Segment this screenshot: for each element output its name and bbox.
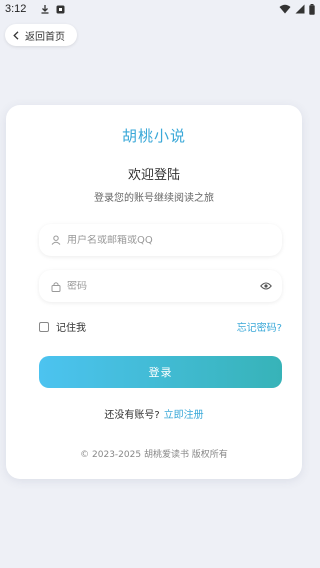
brand-title: 胡桃小说 xyxy=(121,127,186,145)
back-home-label: 返回首页 xyxy=(25,31,65,43)
status-right-group xyxy=(279,3,315,15)
login-screen: 3:12 返回首页 胡桃小说 欢迎登陆 登录您的账号继续阅读之旅 用户名或邮箱或… xyxy=(0,0,320,568)
battery-icon xyxy=(309,3,315,15)
eye-icon[interactable] xyxy=(260,282,272,290)
forgot-password-link[interactable]: 忘记密码? xyxy=(237,319,282,334)
password-field[interactable] xyxy=(39,270,282,302)
remember-me[interactable]: 记住我 xyxy=(39,319,86,334)
register-prompt: 还没有账号? xyxy=(104,410,160,421)
back-home-button[interactable]: 返回首页 xyxy=(5,24,77,46)
chevron-left-icon xyxy=(13,30,19,40)
register-row: 还没有账号? 立即注册 xyxy=(6,406,302,421)
copyright-text: © 2023-2025 胡桃爱读书 版权所有 xyxy=(80,450,228,460)
remember-checkbox[interactable] xyxy=(39,321,49,332)
status-time: 3:12 xyxy=(5,3,27,15)
welcome-subtitle: 登录您的账号继续阅读之旅 xyxy=(94,193,214,204)
download-icon xyxy=(40,4,50,14)
password-input[interactable] xyxy=(67,280,260,292)
lock-icon xyxy=(51,281,61,292)
remember-label: 记住我 xyxy=(56,323,86,334)
username-input[interactable] xyxy=(67,234,272,246)
status-bar: 3:12 xyxy=(0,0,320,18)
signal-icon xyxy=(295,4,305,14)
app-notification-icon xyxy=(56,5,65,14)
login-card: 胡桃小说 欢迎登陆 登录您的账号继续阅读之旅 记住我 忘记密码? 登录 还没有账… xyxy=(6,105,302,479)
login-button[interactable]: 登录 xyxy=(39,356,282,388)
user-icon xyxy=(51,235,61,245)
register-link[interactable]: 立即注册 xyxy=(164,410,204,421)
username-field[interactable] xyxy=(39,224,282,256)
welcome-heading: 欢迎登陆 xyxy=(127,168,180,183)
wifi-icon xyxy=(279,4,291,14)
